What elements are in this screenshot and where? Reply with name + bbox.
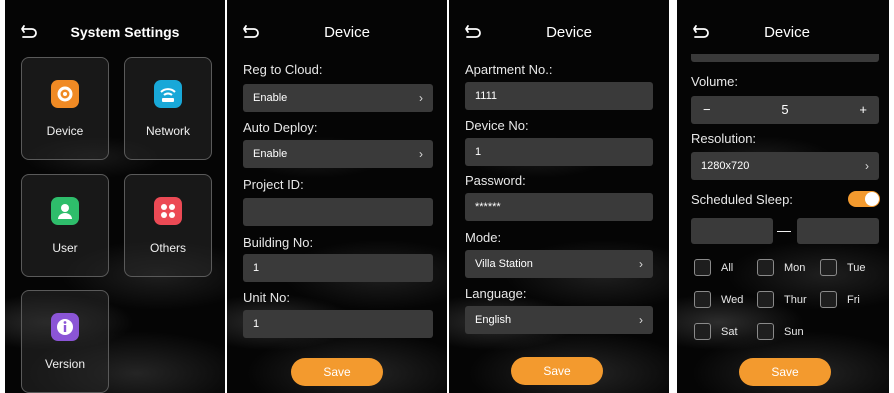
unit-no-label: Unit No: — [243, 290, 290, 305]
password-input[interactable]: ****** — [465, 193, 653, 221]
day-label-fri: Fri — [847, 294, 860, 306]
mode-label: Mode: — [465, 230, 502, 245]
save-button[interactable]: Save — [511, 357, 603, 385]
tile-label: User — [52, 241, 78, 255]
grid-icon — [154, 197, 182, 225]
sleep-end-input[interactable] — [797, 218, 879, 244]
day-label-mon: Mon — [784, 262, 806, 274]
auto-deploy-value: Enable — [253, 148, 288, 160]
apartment-label: Apartment No.: — [465, 62, 553, 77]
system-settings-panel: System Settings Device Network User Othe… — [5, 0, 225, 393]
checkbox-mon[interactable] — [757, 259, 774, 276]
chevron-right-icon: › — [639, 257, 643, 271]
header: Device — [227, 18, 447, 48]
device-no-label: Device No: — [465, 118, 529, 133]
building-no-input[interactable]: 1 — [243, 254, 433, 282]
tile-label: Device — [46, 124, 84, 138]
language-label: Language: — [465, 286, 527, 301]
unit-no-input[interactable]: 1 — [243, 310, 433, 338]
tile-label: Version — [44, 357, 86, 371]
mode-select[interactable]: Villa Station › — [465, 250, 653, 278]
building-no-label: Building No: — [243, 235, 314, 250]
volume-stepper: − 5 + — [691, 96, 879, 124]
project-id-input[interactable] — [243, 198, 433, 226]
day-label-all: All — [721, 262, 734, 274]
day-label-wed: Wed — [721, 294, 744, 306]
tile-version[interactable]: Version — [21, 290, 109, 393]
volume-value: 5 — [781, 102, 789, 117]
tile-user[interactable]: User — [21, 174, 109, 277]
device-no-input[interactable]: 1 — [465, 138, 653, 166]
apartment-input[interactable]: 1111 — [465, 82, 653, 110]
day-label-tue: Tue — [847, 262, 866, 274]
project-id-label: Project ID: — [243, 177, 304, 192]
checkbox-sat[interactable] — [694, 323, 711, 340]
resolution-label: Resolution: — [691, 131, 757, 146]
reg-to-cloud-label: Reg to Cloud: — [243, 62, 323, 77]
tile-label: Others — [149, 241, 186, 255]
header: Device — [449, 18, 669, 48]
tile-network[interactable]: Network — [124, 57, 212, 160]
save-button[interactable]: Save — [739, 358, 831, 386]
scheduled-sleep-label: Scheduled Sleep: — [691, 192, 793, 207]
device-panel-cloud: Device Reg to Cloud: Enable › Auto Deplo… — [227, 0, 447, 393]
volume-plus-button[interactable]: + — [859, 96, 867, 124]
header: System Settings — [5, 18, 225, 48]
page-title: Device — [546, 24, 592, 41]
reg-to-cloud-select[interactable]: Enable › — [243, 84, 433, 112]
sleep-start-input[interactable] — [691, 218, 773, 244]
user-icon — [51, 197, 79, 225]
checkbox-all[interactable] — [694, 259, 711, 276]
day-label-thur: Thur — [784, 294, 807, 306]
language-select[interactable]: English › — [465, 306, 653, 334]
checkbox-wed[interactable] — [694, 291, 711, 308]
scrolled-field-edge — [691, 54, 879, 62]
language-value: English — [475, 314, 512, 326]
checkbox-thur[interactable] — [757, 291, 774, 308]
info-icon — [51, 313, 79, 341]
toggle-knob — [865, 192, 879, 206]
chevron-right-icon: › — [419, 147, 423, 161]
page-title: Device — [324, 24, 370, 41]
auto-deploy-label: Auto Deploy: — [243, 120, 318, 135]
wifi-icon — [154, 80, 182, 108]
tile-label: Network — [145, 124, 190, 138]
resolution-value: 1280x720 — [701, 160, 750, 172]
save-button[interactable]: Save — [291, 358, 383, 386]
tile-others[interactable]: Others — [124, 174, 212, 277]
reg-to-cloud-value: Enable — [253, 92, 288, 104]
checkbox-sun[interactable] — [757, 323, 774, 340]
chevron-right-icon: › — [639, 313, 643, 327]
auto-deploy-select[interactable]: Enable › — [243, 140, 433, 168]
day-label-sat: Sat — [721, 326, 738, 338]
time-separator: — — [777, 222, 791, 238]
day-label-sun: Sun — [784, 326, 804, 338]
chevron-right-icon: › — [865, 159, 869, 173]
checkbox-fri[interactable] — [820, 291, 837, 308]
page-title: Device — [764, 24, 810, 41]
chevron-right-icon: › — [419, 91, 423, 105]
resolution-select[interactable]: 1280x720 › — [691, 152, 879, 180]
header: Device — [677, 18, 889, 48]
password-label: Password: — [465, 173, 526, 188]
device-panel-apartment: Device Apartment No.: 1111 Device No: 1 … — [449, 0, 669, 393]
gear-icon — [51, 80, 79, 108]
volume-label: Volume: — [691, 74, 738, 89]
device-panel-display: Device Volume: − 5 + Resolution: 1280x72… — [677, 0, 889, 393]
checkbox-tue[interactable] — [820, 259, 837, 276]
scheduled-sleep-toggle[interactable] — [848, 191, 880, 207]
mode-value: Villa Station — [475, 258, 533, 270]
page-title: System Settings — [70, 24, 180, 40]
tile-device[interactable]: Device — [21, 57, 109, 160]
